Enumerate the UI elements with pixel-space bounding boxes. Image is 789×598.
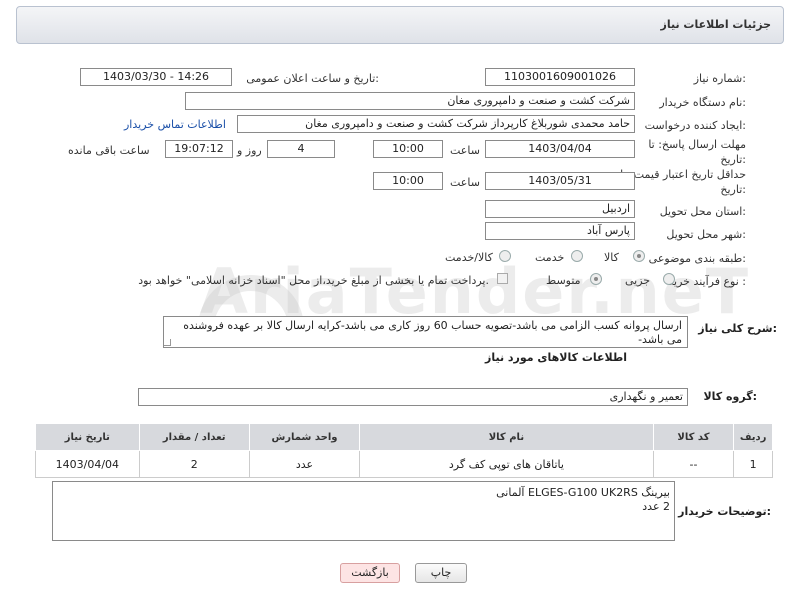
category-service-radio[interactable] <box>571 250 583 262</box>
treasury-checkbox[interactable] <box>497 273 508 284</box>
deadline-label: مهلت ارسال پاسخ: تا تاریخ: <box>648 138 746 166</box>
goods-group-label: گروه کالا: <box>703 390 757 403</box>
category-service-label: خدمت <box>535 251 565 264</box>
deadline-time-field: 10:00 <box>373 140 443 158</box>
remaining-label: ساعت باقی مانده <box>68 144 150 157</box>
table-row: 1 -- یاتاقان های توپی کف گرد عدد 2 1403/… <box>35 450 773 478</box>
days-label: روز و <box>237 144 262 157</box>
cell-row: 1 <box>733 450 773 478</box>
goods-section-title: اطلاعات کالاهای مورد نیاز <box>485 351 627 364</box>
purchase-type-label: نوع فرآیند خرید : <box>668 275 746 288</box>
col-code: کد کالا <box>652 423 735 451</box>
category-goods-label: کالا <box>604 251 619 264</box>
announce-field: 1403/03/30 - 14:26 <box>80 68 232 86</box>
buyer-notes-line1: بیرینگ ELGES-G100 UK2RS آلمانی <box>496 486 670 499</box>
city-label: شهر محل تحویل: <box>666 228 746 241</box>
buyer-notes-label: توضیحات خریدار: <box>678 505 771 518</box>
col-unit: واحد شمارش <box>248 423 361 451</box>
category-goods-service-radio[interactable] <box>499 250 511 262</box>
buyer-notes-line2: 2 عدد <box>642 500 670 513</box>
cell-qty: 2 <box>138 450 250 478</box>
category-goods-radio[interactable] <box>633 250 645 262</box>
col-date: تاریخ نیاز <box>35 423 140 451</box>
price-validity-date-field: 1403/05/31 <box>485 172 635 190</box>
requester-label: ایجاد کننده درخواست: <box>644 119 746 132</box>
print-button[interactable]: چاپ <box>415 563 467 583</box>
requester-field: حامد محمدی شوربلاغ کارپرداز شرکت کشت و ص… <box>237 115 635 133</box>
col-row: ردیف <box>733 423 773 451</box>
need-number-label: شماره نیاز: <box>693 72 746 85</box>
city-field: پارس آباد <box>485 222 635 240</box>
buyer-org-label: نام دستگاه خریدار: <box>659 96 746 109</box>
buyer-org-field: شرکت کشت و صنعت و دامپروری مغان <box>185 92 635 110</box>
price-validity-time-field: 10:00 <box>373 172 443 190</box>
back-button[interactable]: بازگشت <box>340 563 400 583</box>
col-name: نام کالا <box>359 423 654 451</box>
price-validity-time-label: ساعت <box>450 176 480 189</box>
goods-table-header: ردیف کد کالا نام کالا واحد شمارش تعداد /… <box>35 423 773 451</box>
description-label: شرح کلی نیاز: <box>698 322 777 335</box>
province-field: اردبیل <box>485 200 635 218</box>
deadline-date-field: 1403/04/04 <box>485 140 635 158</box>
buyer-notes-field: بیرینگ ELGES-G100 UK2RS آلمانی 2 عدد <box>52 481 675 541</box>
purchase-minor-label: جزیی <box>625 274 651 287</box>
payment-note: پرداخت تمام یا بخشی از مبلغ خرید،از محل … <box>138 274 489 287</box>
col-qty: تعداد / مقدار <box>138 423 250 451</box>
goods-group-field: تعمیر و نگهداری <box>138 388 688 406</box>
cell-unit: عدد <box>248 450 361 478</box>
category-label: طبقه بندی موضوعی: <box>648 252 746 265</box>
purchase-medium-radio[interactable] <box>590 273 602 285</box>
announce-label: تاریخ و ساعت اعلان عمومی: <box>246 72 379 85</box>
need-number-field: 1103001609001026 <box>485 68 635 86</box>
goods-table: ردیف کد کالا نام کالا واحد شمارش تعداد /… <box>35 423 773 478</box>
province-label: استان محل تحویل: <box>659 205 746 218</box>
cell-name: یاتاقان های توپی کف گرد <box>359 450 654 478</box>
contact-info-link[interactable]: اطلاعات تماس خریدار <box>124 118 226 131</box>
days-count-field: 4 <box>267 140 335 158</box>
description-field: ارسال پروانه کسب الزامی می باشد-تصویه حس… <box>163 316 688 348</box>
remaining-time-field: 19:07:12 <box>165 140 233 158</box>
price-validity-label: حداقل تاریخ اعتبار قیمت: تا تاریخ: <box>620 168 746 196</box>
page-title: جزئیات اطلاعات نیاز <box>660 18 772 31</box>
cell-code: -- <box>652 450 735 478</box>
resize-handle[interactable] <box>164 339 171 346</box>
cell-date: 1403/04/04 <box>35 450 140 478</box>
category-goods-service-label: کالا/خدمت <box>445 251 493 264</box>
deadline-time-label: ساعت <box>450 144 480 157</box>
purchase-medium-label: متوسط <box>546 274 581 287</box>
purchase-minor-radio[interactable] <box>663 273 675 285</box>
